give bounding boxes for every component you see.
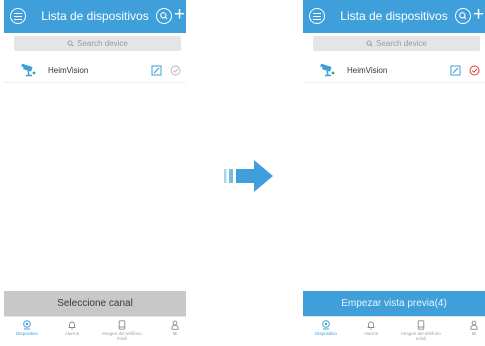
camera-icon [322, 320, 330, 330]
tab-label: Dispositivo [16, 331, 38, 336]
select-channel-button[interactable]: Seleccione canal [4, 291, 186, 316]
tab-bar: Dispositivo Alarma Imagen del teléfono m… [4, 316, 186, 346]
search-icon [366, 40, 373, 47]
search-input[interactable]: Search device [14, 36, 181, 51]
device-row[interactable]: HeimVision [4, 59, 186, 83]
screen-after: Lista de dispositivos + Search device He… [303, 0, 485, 346]
phone-icon [417, 320, 425, 330]
transition-arrow-icon [224, 160, 273, 192]
tab-label: Alarma [363, 331, 379, 336]
search-icon[interactable] [156, 8, 172, 24]
bell-icon [367, 321, 375, 330]
search-placeholder: Search device [376, 39, 427, 48]
bell-icon [68, 321, 76, 330]
add-device-icon[interactable]: + [174, 4, 185, 26]
camera-icon [319, 64, 335, 77]
tab-bar: Dispositivo Alarma Imagen del teléfono m… [303, 316, 485, 346]
search-input[interactable]: Search device [313, 36, 480, 51]
header: Lista de dispositivos + [303, 0, 485, 33]
screen-before: Lista de dispositivos + Search device He… [4, 0, 186, 346]
select-check-icon[interactable] [170, 65, 181, 76]
search-icon[interactable] [455, 8, 471, 24]
tab-label: Mi [471, 331, 477, 336]
page-title: Lista de dispositivos [340, 9, 448, 23]
select-check-icon[interactable] [469, 65, 480, 76]
tab-phone-images[interactable]: Imagen del teléfono móvil [398, 320, 444, 341]
tab-alarm[interactable]: Alarma [348, 320, 394, 336]
menu-icon[interactable] [10, 8, 26, 24]
device-name: HeimVision [48, 66, 89, 75]
device-name: HeimVision [347, 66, 388, 75]
edit-icon[interactable] [450, 65, 461, 76]
phone-icon [118, 320, 126, 330]
device-row[interactable]: HeimVision [303, 59, 485, 83]
search-placeholder: Search device [77, 39, 128, 48]
tab-label: Alarma [64, 331, 80, 336]
header: Lista de dispositivos + [4, 0, 186, 33]
tab-devices[interactable]: Dispositivo [4, 320, 50, 336]
tab-devices[interactable]: Dispositivo [303, 320, 349, 336]
camera-icon [20, 64, 36, 77]
tab-label: Imagen del teléfono móvil [102, 331, 142, 341]
tab-label: Dispositivo [315, 331, 337, 336]
camera-icon [23, 320, 31, 330]
person-icon [470, 320, 478, 330]
tab-label: Mi [172, 331, 178, 336]
page-title: Lista de dispositivos [41, 9, 149, 23]
person-icon [171, 320, 179, 330]
tab-me[interactable]: Mi [152, 320, 186, 336]
tab-label: Imagen del teléfono móvil [401, 331, 441, 341]
search-icon [67, 40, 74, 47]
start-preview-button[interactable]: Empezar vista previa(4) [303, 291, 485, 316]
add-device-icon[interactable]: + [473, 4, 484, 26]
tab-me[interactable]: Mi [451, 320, 485, 336]
menu-icon[interactable] [309, 8, 325, 24]
tab-alarm[interactable]: Alarma [49, 320, 95, 336]
edit-icon[interactable] [151, 65, 162, 76]
tab-phone-images[interactable]: Imagen del teléfono móvil [99, 320, 145, 341]
